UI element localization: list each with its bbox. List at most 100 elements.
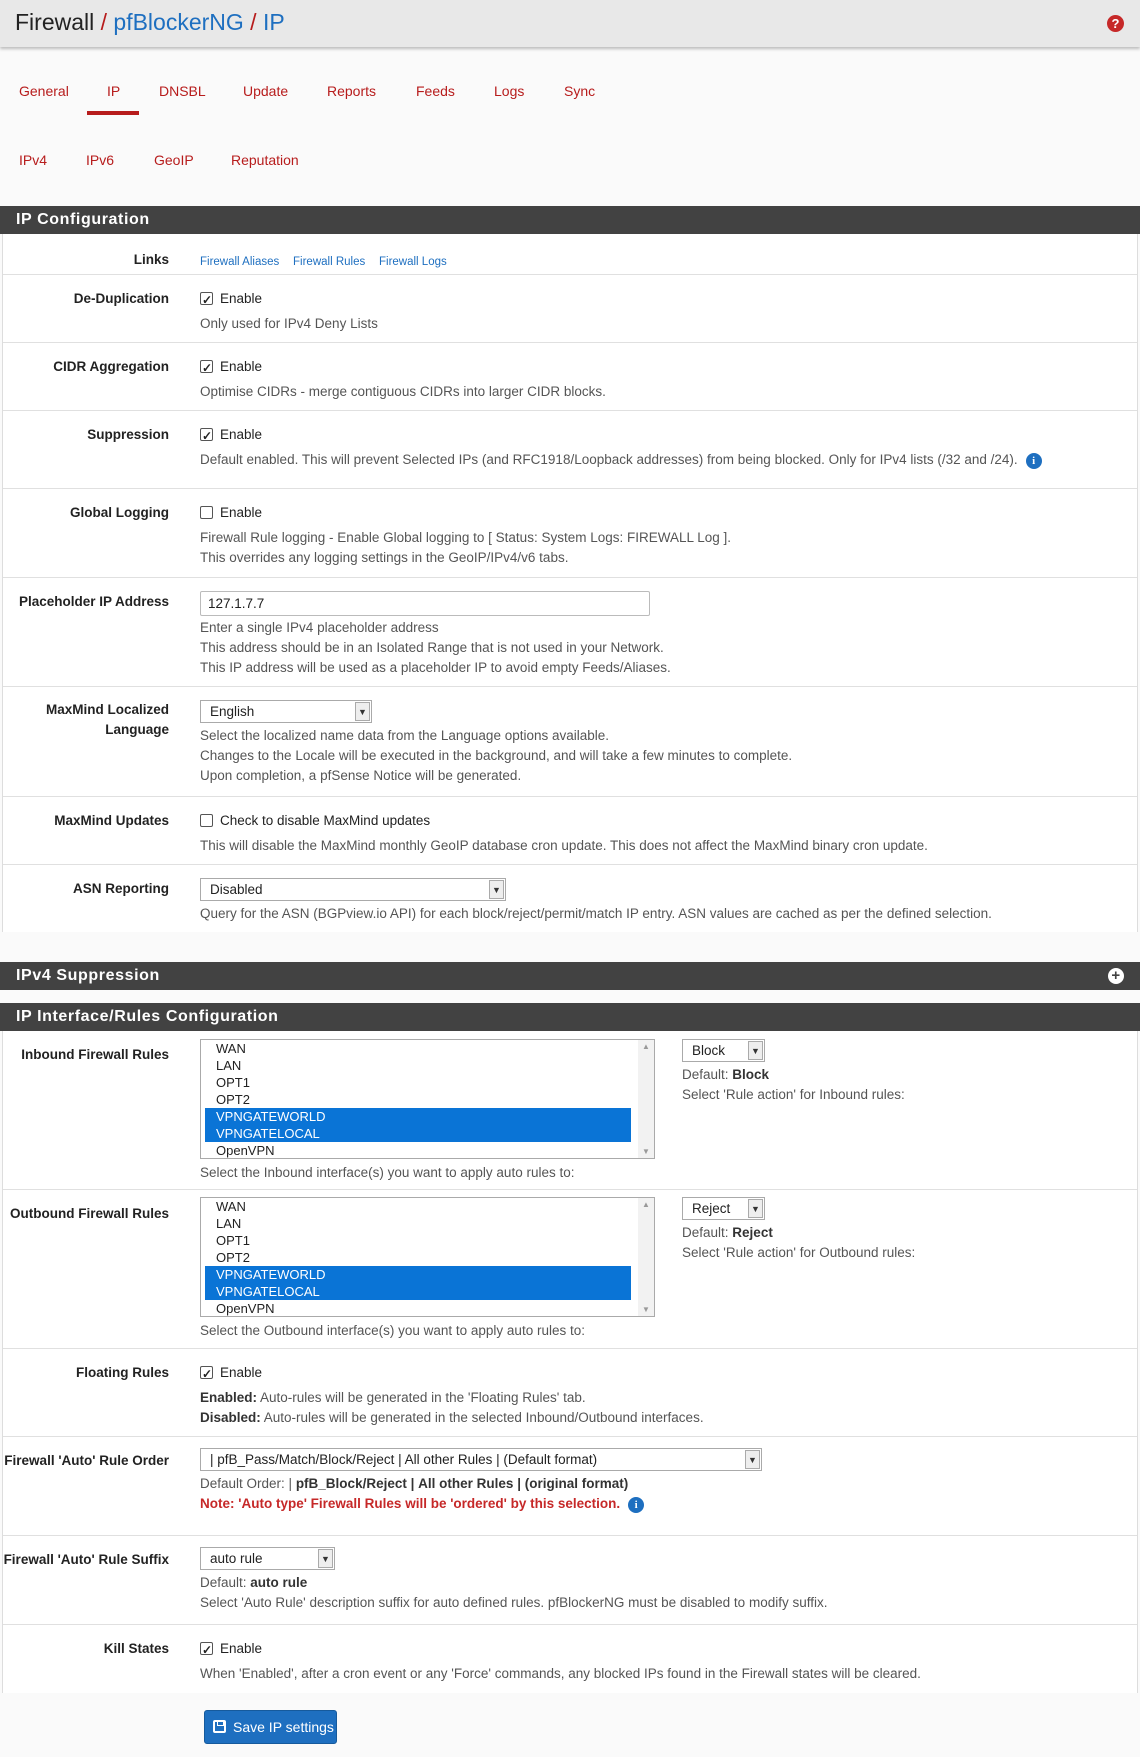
cidr-enable-label: Enable [220,359,263,374]
cidr-aggregation-checkbox[interactable] [200,358,213,378]
inbound-interfaces-listbox[interactable]: WAN LAN OPT1 OPT2 VPNGATEWORLD VPNGATELO… [200,1039,655,1159]
maxmind-language-select[interactable]: English ▼ [200,700,372,723]
deduplication-help: Only used for IPv4 Deny Lists [200,316,378,331]
tab-reports[interactable]: Reports [327,83,376,99]
list-item[interactable]: OPT1 [205,1232,631,1249]
list-item[interactable]: OpenVPN [205,1300,631,1316]
placeholder-ip-input[interactable] [200,591,650,616]
inbound-action-select[interactable]: Block ▼ [682,1039,765,1062]
outbound-default-prefix: Default: [682,1225,729,1240]
subtab-geoip[interactable]: GeoIP [154,152,194,168]
firewall-rules-link[interactable]: Firewall Rules [293,256,365,268]
deduplication-row: De-Duplication Enable Only used for IPv4… [3,275,1137,343]
rule-order-row: Firewall 'Auto' Rule Order | pfB_Pass/Ma… [3,1437,1137,1536]
rule-order-seg1: pfB_Block/Reject [295,1476,407,1491]
inbound-rules-row: Inbound Firewall Rules WAN LAN OPT1 OPT2… [3,1031,1137,1190]
list-item[interactable]: OPT2 [205,1091,631,1108]
list-item[interactable]: WAN [205,1198,631,1215]
info-icon[interactable]: i [628,1497,645,1513]
global-logging-label: Global Logging [70,505,169,520]
tab-general[interactable]: General [19,83,69,99]
tab-ip[interactable]: IP [107,83,120,99]
rule-order-note: Note: 'Auto type' Firewall Rules will be… [200,1496,621,1511]
suppression-checkbox[interactable] [200,426,213,446]
global-logging-row: Global Logging Enable Firewall Rule logg… [3,489,1137,578]
outbound-default-value: Reject [732,1225,773,1240]
save-button-label: Save IP settings [233,1719,334,1735]
inbound-rules-label: Inbound Firewall Rules [21,1047,169,1062]
expand-plus-icon[interactable]: + [1108,968,1124,984]
floating-rules-label: Floating Rules [75,1365,169,1380]
subtab-reputation[interactable]: Reputation [231,152,299,168]
asn-reporting-row: ASN Reporting Disabled ▼ Query for the AS… [3,865,1137,932]
list-item-selected[interactable]: VPNGATELOCAL [205,1283,631,1300]
breadcrumb-pfblockerng-link[interactable]: pfBlockerNG [113,9,243,35]
floating-rules-row: Floating Rules Enable Enabled: Auto-rule… [3,1349,1137,1437]
ip-interface-rules-panel: Inbound Firewall Rules WAN LAN OPT1 OPT2… [2,1031,1138,1693]
ip-configuration-panel: Links Firewall Aliases Firewall Rules Fi… [2,234,1138,932]
placeholder-ip-row: Placeholder IP Address Enter a single IP… [3,578,1137,687]
tab-sync[interactable]: Sync [564,83,595,99]
global-logging-checkbox[interactable] [200,506,213,519]
list-item[interactable]: LAN [205,1215,631,1232]
firewall-logs-link[interactable]: Firewall Logs [379,256,447,268]
subtab-ipv6[interactable]: IPv6 [86,152,114,168]
tab-logs[interactable]: Logs [494,83,524,99]
ipv4-suppression-header: IPv4 Suppression + [0,962,1140,990]
kill-states-enable-label: Enable [220,1641,263,1656]
outbound-interfaces-listbox[interactable]: WAN LAN OPT1 OPT2 VPNGATEWORLD VPNGATELO… [200,1197,655,1317]
tab-feeds[interactable]: Feeds [416,83,455,99]
list-item-selected[interactable]: VPNGATEWORLD [205,1108,631,1125]
list-item[interactable]: WAN [205,1040,631,1057]
list-item-selected[interactable]: VPNGATELOCAL [205,1125,631,1142]
chevron-down-icon: ▼ [355,702,370,721]
placeholder-help-2: This address should be in an Isolated Ra… [200,640,664,655]
list-item[interactable]: LAN [205,1057,631,1074]
kill-states-help: When 'Enabled', after a cron event or an… [200,1666,921,1681]
placeholder-ip-label: Placeholder IP Address [18,594,169,609]
asn-reporting-select[interactable]: Disabled ▼ [200,878,506,901]
list-item[interactable]: OPT2 [205,1249,631,1266]
breadcrumb-ip-link[interactable]: IP [263,9,285,35]
outbound-action-select[interactable]: Reject ▼ [682,1197,765,1220]
outbound-action-help: Select 'Rule action' for Outbound rules: [682,1245,916,1260]
listbox-scrollbar[interactable]: ▲ ▼ [638,1040,654,1158]
links-label: Links [133,252,169,267]
asn-reporting-label: ASN Reporting [73,881,169,896]
info-icon[interactable]: i [1025,453,1042,469]
help-icon[interactable]: ? [1107,15,1124,32]
chevron-down-icon: ▼ [745,1450,760,1469]
kill-states-label: Kill States [103,1641,169,1656]
list-item[interactable]: OPT1 [205,1074,631,1091]
ip-interface-rules-header: IP Interface/Rules Configuration [0,1003,1140,1031]
list-item-selected[interactable]: VPNGATEWORLD [205,1266,631,1283]
rule-order-select[interactable]: | pfB_Pass/Match/Block/Reject | All othe… [200,1448,762,1471]
outbound-rules-row: Outbound Firewall Rules WAN LAN OPT1 OPT… [3,1190,1137,1349]
list-item[interactable]: OpenVPN [205,1142,631,1158]
save-ip-settings-button[interactable]: Save IP settings [204,1710,337,1744]
maxmind-updates-checkbox[interactable] [200,814,213,827]
maxmind-language-help-2: Changes to the Locale will be executed i… [200,748,793,763]
subtab-ipv4[interactable]: IPv4 [19,152,47,168]
cidr-aggregation-label: CIDR Aggregation [53,359,169,374]
rule-order-label: Firewall 'Auto' Rule Order [4,1453,169,1468]
kill-states-checkbox[interactable] [200,1640,213,1660]
chevron-down-icon: ▼ [748,1041,763,1060]
tab-dnsbl[interactable]: DNSBL [159,83,206,99]
tab-update[interactable]: Update [243,83,288,99]
maxmind-language-label: MaxMind Localized Language [45,702,169,737]
maxmind-updates-check-label: Check to disable MaxMind updates [220,813,431,828]
deduplication-checkbox[interactable] [200,290,213,310]
listbox-scrollbar[interactable]: ▲ ▼ [638,1198,654,1316]
placeholder-help-1: Enter a single IPv4 placeholder address [200,620,439,635]
floating-rules-checkbox[interactable] [200,1364,213,1384]
breadcrumb: Firewall / pfBlockerNG / IP [15,9,285,36]
rule-order-default-prefix: Default Order: | [200,1476,293,1491]
breadcrumb-separator: / [250,9,257,35]
rule-suffix-select[interactable]: auto rule ▼ [200,1547,335,1570]
outbound-help: Select the Outbound interface(s) you wan… [200,1323,585,1338]
firewall-aliases-link[interactable]: Firewall Aliases [200,256,279,268]
rule-order-seg2: All other Rules [418,1476,514,1491]
maxmind-updates-row: MaxMind Updates Check to disable MaxMind… [3,797,1137,865]
global-logging-help-1: Firewall Rule logging - Enable Global lo… [200,530,732,545]
